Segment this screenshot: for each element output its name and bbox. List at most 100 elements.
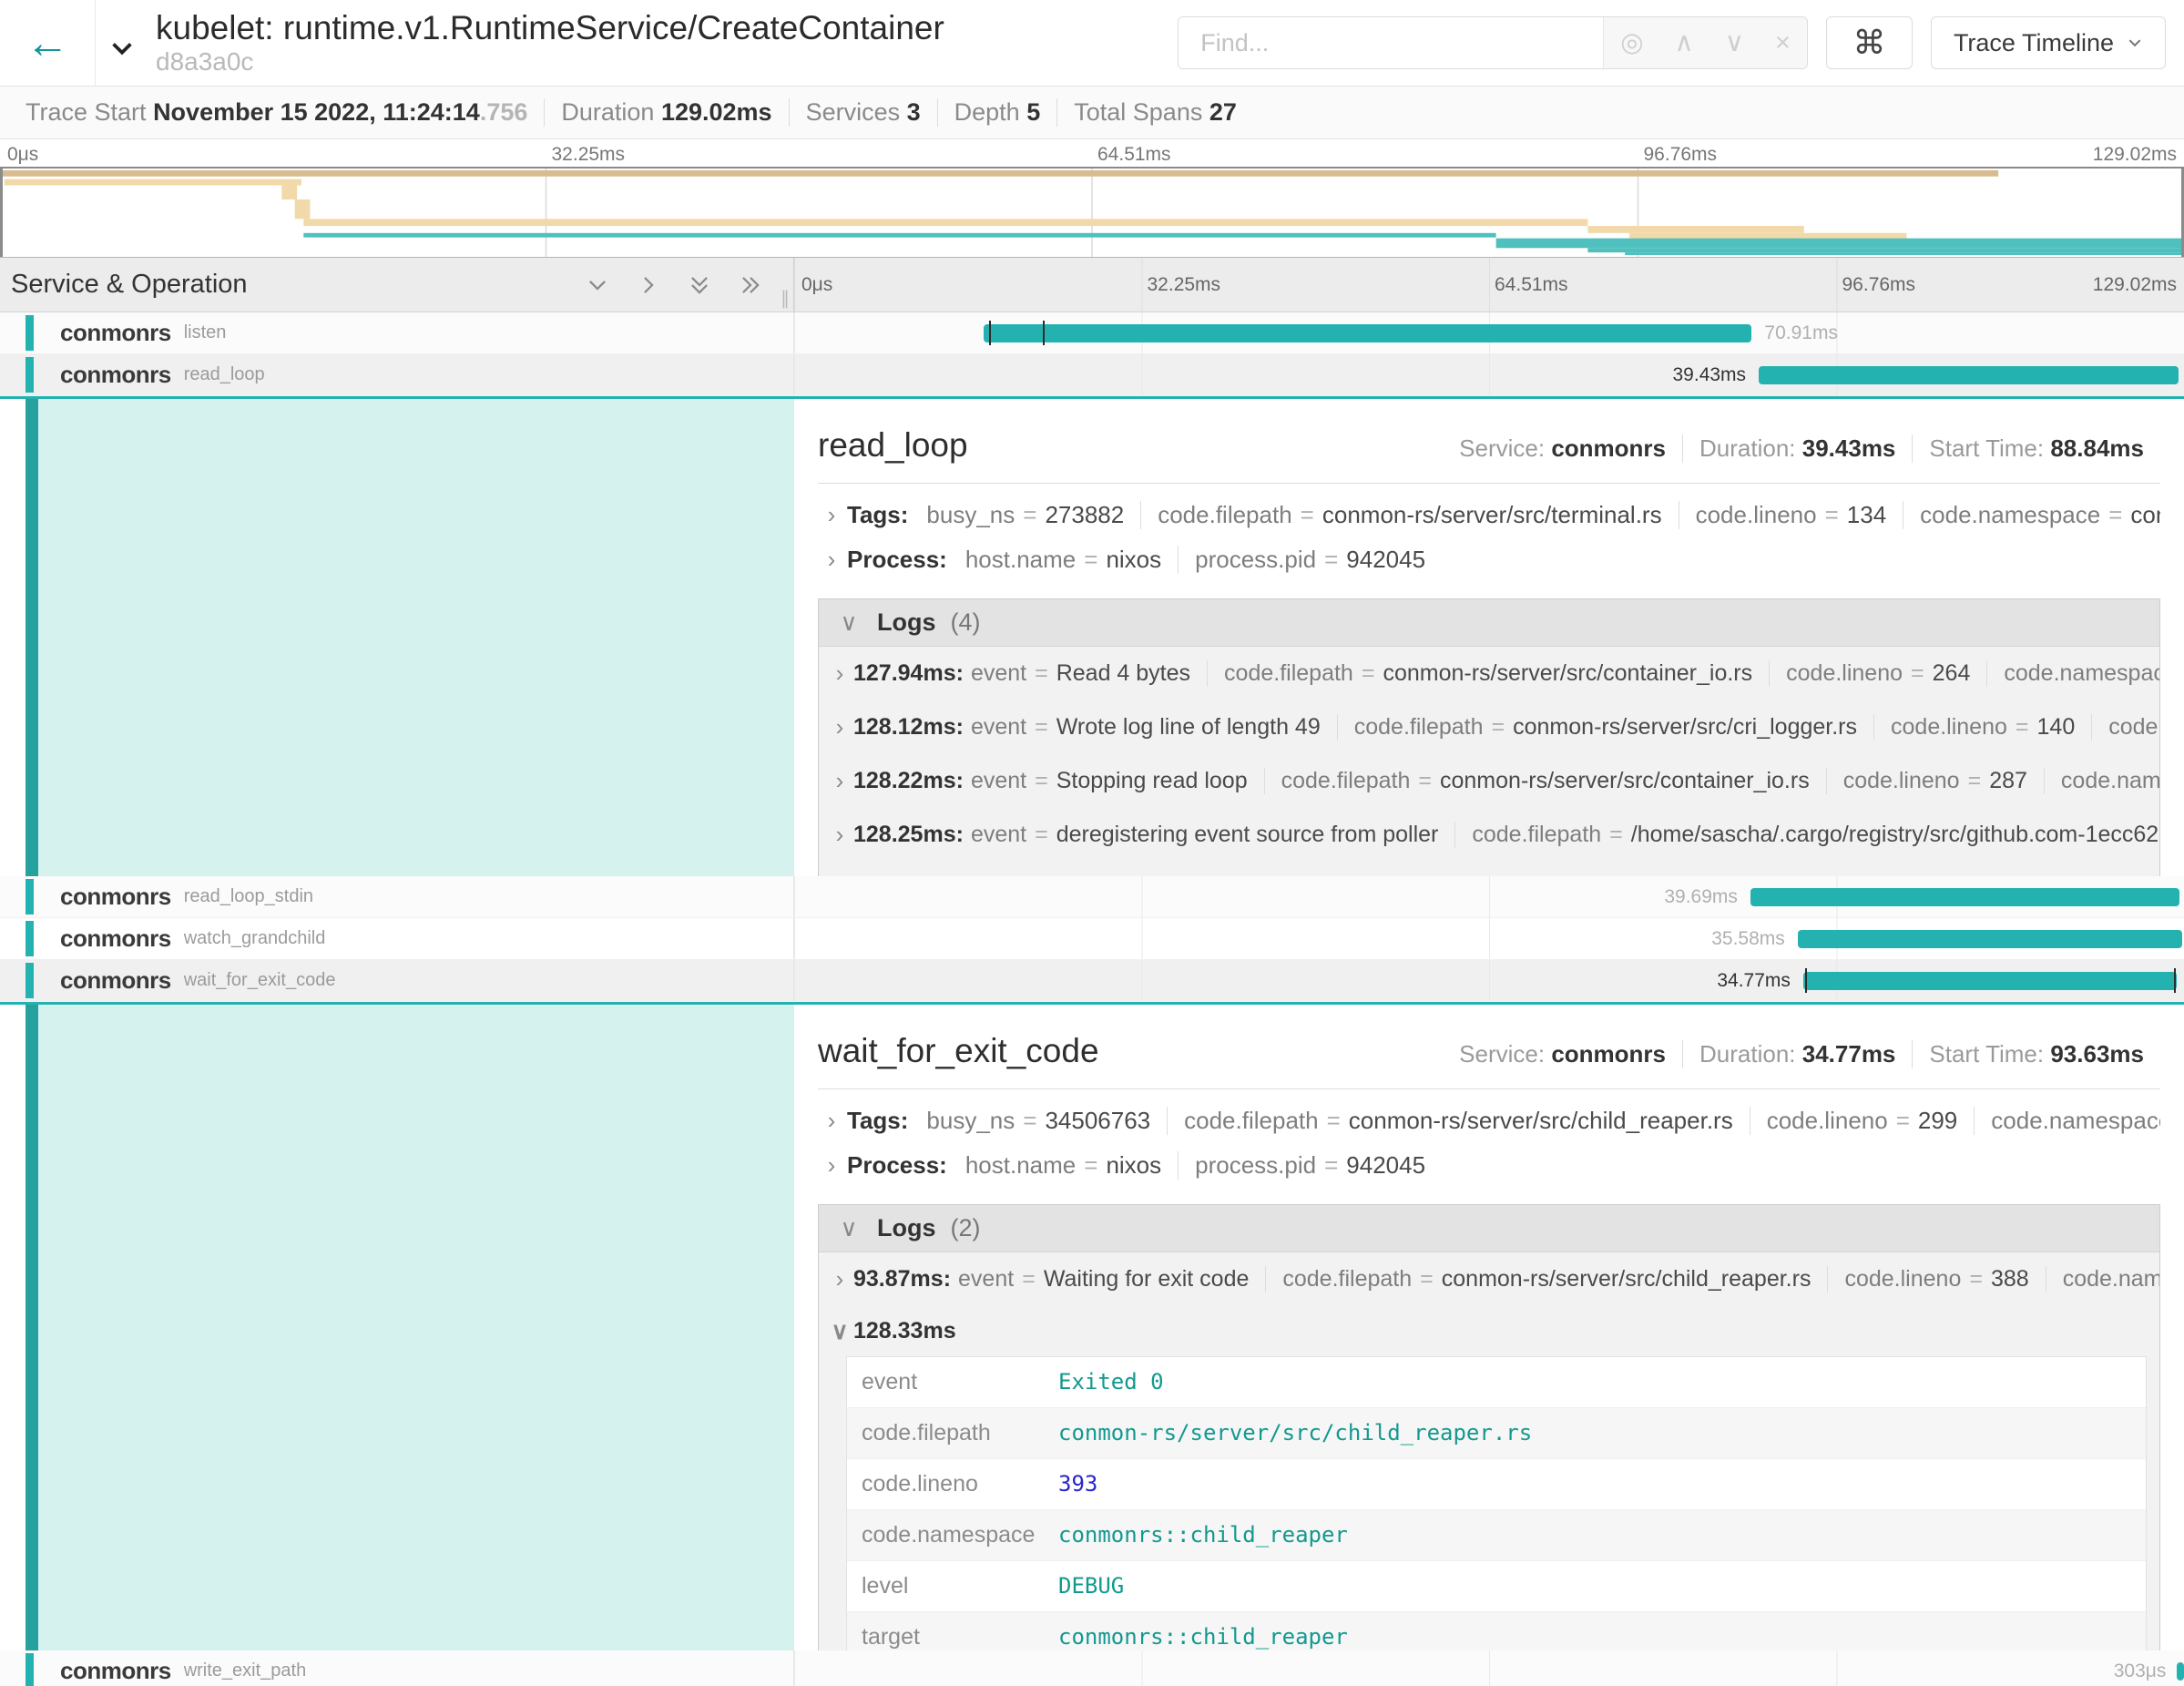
- span-duration: 303μs: [2114, 1660, 2167, 1682]
- log-fields-table: eventExited 0 code.filepathconmon-rs/ser…: [846, 1356, 2147, 1650]
- process-chip: host.name=nixos: [962, 1151, 1178, 1180]
- back-button[interactable]: ←: [0, 0, 96, 86]
- process-chip: process.pid=942045: [1178, 1151, 1442, 1180]
- find-prev-icon[interactable]: ∧: [1675, 30, 1694, 56]
- minimap-spans[interactable]: [0, 169, 2184, 257]
- page-header: ← kubelet: runtime.v1.RuntimeService/Cre…: [0, 0, 2184, 87]
- expand-down-icon: ∨: [835, 1214, 862, 1242]
- expand-all-icon[interactable]: [739, 273, 762, 297]
- view-selector-button[interactable]: Trace Timeline: [1931, 16, 2166, 69]
- expand-down-icon: ∨: [826, 1317, 853, 1345]
- minimap-span: [1629, 233, 1907, 239]
- minimap-canvas[interactable]: [0, 167, 2184, 258]
- minimap-span: [295, 199, 311, 219]
- match-scope-icon[interactable]: ◎: [1620, 30, 1643, 56]
- process-chip: host.name=nixos: [962, 546, 1178, 574]
- view-selector-label: Trace Timeline: [1954, 29, 2114, 57]
- trace-title: kubelet: runtime.v1.RuntimeService/Creat…: [156, 9, 1178, 46]
- tags-row[interactable]: › Tags: busy_ns=34506763 code.filepath=c…: [818, 1098, 2160, 1143]
- process-row[interactable]: › Process: host.name=nixos process.pid=9…: [818, 537, 2160, 582]
- span-bar[interactable]: [2177, 1662, 2184, 1681]
- minimap-span: [303, 233, 1495, 238]
- log-entry[interactable]: › 128.12ms: event=Wrote log line of leng…: [819, 700, 2159, 754]
- log-marker: [2174, 968, 2176, 993]
- span-row-watch-grandchild[interactable]: conmonrs watch_grandchild 35.58ms: [0, 918, 2184, 960]
- find-next-icon[interactable]: ∨: [1725, 30, 1744, 56]
- minimap-span: [1625, 252, 2184, 255]
- logs-note: Log timestamps are relative to the start…: [819, 862, 2159, 876]
- chevron-down-icon: [2127, 35, 2143, 51]
- tag-chip: code.lineno=299: [1750, 1107, 1975, 1135]
- log-entry[interactable]: › 128.25ms: event=deregistering event so…: [819, 808, 2159, 862]
- span-bar[interactable]: [1798, 930, 2183, 948]
- span-row-listen[interactable]: conmonrs listen 70.91ms: [0, 312, 2184, 354]
- span-bar[interactable]: [1803, 972, 2177, 990]
- trace-id-short: d8a3a0c: [156, 47, 1178, 77]
- span-row-read-loop[interactable]: conmonrs read_loop 39.43ms: [0, 354, 2184, 396]
- find-clear-icon[interactable]: ×: [1775, 30, 1791, 56]
- logs-header[interactable]: ∨ Logs (2): [819, 1205, 2159, 1252]
- back-arrow-icon: ←: [26, 18, 69, 68]
- span-service: conmonrs: [60, 319, 171, 347]
- expand-right-icon: ›: [826, 821, 853, 849]
- detail-service: Service: conmonrs: [1443, 434, 1682, 463]
- log-entry[interactable]: › 127.94ms: event=Read 4 bytes code.file…: [819, 647, 2159, 700]
- tag-chip: busy_ns=34506763: [923, 1107, 1167, 1135]
- trace-services: Services 3: [789, 98, 937, 127]
- logs-count: (4): [951, 608, 981, 637]
- span-row-write-exit-path[interactable]: conmonrs write_exit_path 303μs: [0, 1650, 2184, 1686]
- minimap-left-scrubber[interactable]: [0, 169, 3, 257]
- expand-right-icon: ›: [826, 1265, 853, 1293]
- span-duration: 39.69ms: [1664, 886, 1738, 908]
- tag-chip: code.filepath=conmon-rs/server/src/termi…: [1140, 501, 1678, 529]
- span-duration: 35.58ms: [1711, 928, 1785, 950]
- span-duration: 70.91ms: [1764, 322, 1838, 344]
- trace-summary-bar: Trace Start November 15 2022, 11:24:14.7…: [0, 87, 2184, 139]
- log-marker: [1043, 321, 1045, 345]
- span-bar[interactable]: [984, 324, 1752, 342]
- detail-indent-column: [0, 1005, 794, 1650]
- log-entry[interactable]: › 93.87ms: event=Waiting for exit code c…: [819, 1252, 2159, 1306]
- timeline-ruler: 0μs 32.25ms 64.51ms 96.76ms 129.02ms: [794, 258, 2184, 312]
- logs-header[interactable]: ∨ Logs (4): [819, 599, 2159, 647]
- log-entry-expanded-header[interactable]: ∨ 128.33ms: [819, 1306, 2159, 1354]
- find-group: ◎ ∧ ∨ ×: [1178, 16, 1808, 69]
- detail-duration: Duration: 39.43ms: [1682, 434, 1912, 463]
- span-service: conmonrs: [60, 883, 171, 911]
- minimap-span: [1496, 239, 2184, 249]
- expand-one-icon[interactable]: [637, 273, 660, 297]
- span-service: conmonrs: [60, 925, 171, 953]
- span-duration: 39.43ms: [1673, 364, 1747, 386]
- span-bar[interactable]: [1750, 888, 2180, 906]
- collapse-all-icon[interactable]: [688, 273, 711, 297]
- minimap-span: [281, 185, 297, 199]
- span-service: conmonrs: [60, 1657, 171, 1685]
- span-operation: listen: [184, 322, 227, 343]
- detail-start-time: Start Time: 88.84ms: [1912, 434, 2160, 463]
- column-resize-grip[interactable]: ∥: [781, 287, 790, 310]
- tag-chip: busy_ns=273882: [923, 501, 1140, 529]
- detail-duration: Duration: 34.77ms: [1682, 1040, 1912, 1068]
- collapse-one-icon[interactable]: [586, 273, 609, 297]
- tags-row[interactable]: › Tags: busy_ns=273882 code.filepath=con…: [818, 493, 2160, 537]
- expand-right-icon: ›: [818, 501, 845, 529]
- span-bar[interactable]: [1759, 366, 2179, 384]
- table-row: eventExited 0: [847, 1357, 2146, 1408]
- expand-right-icon: ›: [818, 546, 845, 574]
- span-operation: read_loop: [184, 364, 265, 385]
- find-input[interactable]: [1179, 17, 1603, 68]
- process-chip: process.pid=942045: [1178, 546, 1442, 574]
- tag-chip: code.filepath=conmon-rs/server/src/child…: [1167, 1107, 1750, 1135]
- process-row[interactable]: › Process: host.name=nixos process.pid=9…: [818, 1143, 2160, 1188]
- detail-title: read_loop: [818, 414, 968, 465]
- tag-chip: code.namespace=conmonrs::child_reap…: [1974, 1107, 2160, 1135]
- minimap-span: [5, 179, 301, 186]
- log-entry[interactable]: › 128.22ms: event=Stopping read loop cod…: [819, 754, 2159, 808]
- span-row-read-loop-stdin[interactable]: conmonrs read_loop_stdin 39.69ms: [0, 876, 2184, 918]
- span-row-wait-for-exit-code[interactable]: conmonrs wait_for_exit_code 34.77ms: [0, 960, 2184, 1002]
- collapse-trace-button[interactable]: [96, 23, 148, 63]
- span-duration: 34.77ms: [1717, 970, 1791, 992]
- keyboard-shortcuts-button[interactable]: ⌘: [1826, 16, 1913, 69]
- expand-right-icon: ›: [818, 1151, 845, 1180]
- expand-right-icon: ›: [818, 1107, 845, 1135]
